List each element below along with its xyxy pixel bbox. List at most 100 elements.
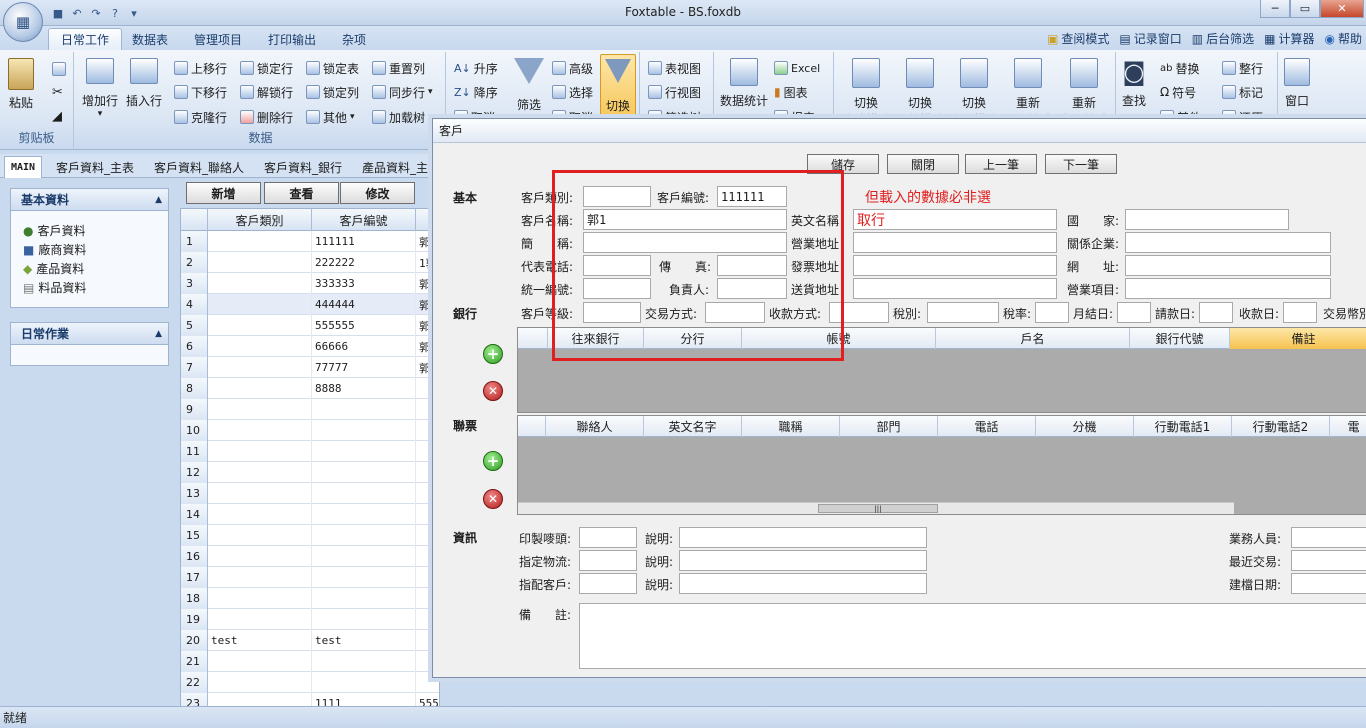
table-row[interactable]: 14 — [181, 504, 439, 525]
row-view-button[interactable]: 行视图 — [648, 82, 701, 102]
row-number[interactable]: 4 — [181, 294, 208, 315]
nav-item-vendor[interactable]: ■ 廠商資料 — [23, 240, 86, 259]
table-row[interactable]: 17 — [181, 567, 439, 588]
row-number[interactable]: 22 — [181, 672, 208, 693]
table-cell[interactable] — [312, 420, 416, 441]
table-cell[interactable] — [208, 546, 312, 567]
table-cell[interactable] — [208, 525, 312, 546]
row-number[interactable]: 1 — [181, 231, 208, 252]
table-cell[interactable] — [312, 672, 416, 693]
table-cell[interactable] — [208, 420, 312, 441]
select-button[interactable]: 选择 — [552, 82, 593, 102]
remark-field[interactable] — [579, 603, 1366, 669]
biz-items-field[interactable] — [1125, 278, 1331, 299]
tab-customer-contact[interactable]: 客戶資料_聯絡人 — [148, 156, 250, 178]
contact-col-mobile2[interactable]: 行動電話2 — [1232, 416, 1330, 437]
table-cell[interactable] — [208, 378, 312, 399]
table-row[interactable]: 1 111111 郭 — [181, 231, 439, 252]
tab-main[interactable]: MAIN — [4, 156, 43, 178]
sort-asc-button[interactable]: A↓ 升序 — [454, 58, 498, 78]
bank-grid[interactable]: 往來銀行 分行 帳號 戶名 銀行代號 備註 — [517, 327, 1366, 413]
table-cell[interactable] — [312, 546, 416, 567]
table-row[interactable]: 9 — [181, 399, 439, 420]
row-number[interactable]: 12 — [181, 462, 208, 483]
table-row[interactable]: 22 — [181, 672, 439, 693]
edit-button[interactable]: 修改 — [340, 182, 415, 204]
table-view-button[interactable]: 表视图 — [648, 58, 701, 78]
copy-icon[interactable] — [52, 62, 66, 76]
collect-day-field[interactable] — [1283, 302, 1317, 323]
table-row[interactable]: 5 555555 郭 — [181, 315, 439, 336]
contact-col-phone[interactable]: 電話 — [938, 416, 1036, 437]
nav-item-customer[interactable]: ● 客戶資料 — [23, 221, 86, 240]
table-cell[interactable] — [312, 609, 416, 630]
table-cell[interactable] — [312, 483, 416, 504]
table-row[interactable]: 8 8888 — [181, 378, 439, 399]
maximize-button[interactable]: ▭ — [1290, 0, 1320, 18]
table-row[interactable]: 19 — [181, 609, 439, 630]
help-icon[interactable]: ? — [107, 5, 123, 21]
table-row[interactable]: 15 — [181, 525, 439, 546]
table-cell[interactable] — [208, 336, 312, 357]
desc2-field[interactable] — [679, 550, 927, 571]
sales-field[interactable] — [1291, 527, 1366, 548]
contact-hscrollbar[interactable]: ||| — [518, 502, 1234, 514]
pay-field[interactable] — [829, 302, 889, 323]
tab-datatable[interactable]: 数据表 — [120, 28, 180, 50]
contact-col-mobile1[interactable]: 行動電話1 — [1134, 416, 1232, 437]
cust-name-field[interactable]: 郭1 — [583, 209, 787, 230]
row-number[interactable]: 3 — [181, 273, 208, 294]
table-cell[interactable] — [208, 567, 312, 588]
row-number[interactable]: 7 — [181, 357, 208, 378]
row-number[interactable]: 2 — [181, 252, 208, 273]
recent-field[interactable] — [1291, 550, 1366, 571]
next-record-button[interactable]: 下一筆 — [1045, 154, 1117, 174]
row-number[interactable]: 9 — [181, 399, 208, 420]
sync-row-button[interactable]: 同步行 ▾ — [372, 82, 433, 102]
bank-col-bank[interactable]: 往來銀行 — [548, 328, 644, 349]
customer-grid[interactable]: 客戶類別 客戶編號 1 111111 郭 2 222222 1郭 3 333333 郭 4 4444… — [180, 208, 440, 708]
filter-button[interactable]: 筛选 — [514, 58, 544, 113]
table-cell[interactable] — [208, 315, 312, 336]
row-number[interactable]: 13 — [181, 483, 208, 504]
row-number[interactable]: 10 — [181, 420, 208, 441]
logistics-field[interactable] — [579, 550, 637, 571]
row-number[interactable]: 5 — [181, 315, 208, 336]
table-cell[interactable] — [208, 357, 312, 378]
row-number[interactable]: 14 — [181, 504, 208, 525]
table-row[interactable]: 21 — [181, 651, 439, 672]
row-number[interactable]: 16 — [181, 546, 208, 567]
load-tree-button[interactable]: 加载树 — [372, 107, 425, 127]
table-cell[interactable] — [312, 399, 416, 420]
stamp-field[interactable] — [579, 527, 637, 548]
readonly-mode-link[interactable]: ▣ 查阅模式 — [1047, 30, 1109, 47]
table-row[interactable]: 12 — [181, 462, 439, 483]
save-button[interactable]: 儲存 — [807, 154, 879, 174]
basic-data-header[interactable]: 基本資料 ▲ — [11, 189, 168, 211]
tab-misc[interactable]: 杂项 — [330, 28, 378, 50]
table-cell[interactable] — [208, 441, 312, 462]
row-number[interactable]: 6 — [181, 336, 208, 357]
lock-table-button[interactable]: 锁定表 — [306, 58, 359, 78]
table-row[interactable]: 11 — [181, 441, 439, 462]
table-cell[interactable] — [208, 462, 312, 483]
fax-field[interactable] — [717, 255, 787, 276]
advanced-filter-button[interactable]: 高级 — [552, 58, 593, 78]
table-cell[interactable]: 333333 — [312, 273, 416, 294]
table-cell[interactable]: 8888 — [312, 378, 416, 399]
table-cell[interactable]: 66666 — [312, 336, 416, 357]
req-day-field[interactable] — [1199, 302, 1233, 323]
table-cell[interactable]: test — [312, 630, 416, 651]
bank-col-holder[interactable]: 戶名 — [936, 328, 1130, 349]
lock-row-button[interactable]: 锁定行 — [240, 58, 293, 78]
row-number[interactable]: 17 — [181, 567, 208, 588]
table-cell[interactable] — [208, 399, 312, 420]
tidy-row-button[interactable]: 整行 — [1222, 58, 1263, 78]
table-cell[interactable] — [208, 651, 312, 672]
minimize-button[interactable]: ─ — [1260, 0, 1290, 18]
grid-corner[interactable] — [181, 209, 208, 231]
country-field[interactable] — [1125, 209, 1289, 230]
bank-col-code[interactable]: 銀行代號 — [1130, 328, 1230, 349]
mark-button[interactable]: 标记 — [1222, 82, 1263, 102]
tax-rate-field[interactable] — [1035, 302, 1069, 323]
